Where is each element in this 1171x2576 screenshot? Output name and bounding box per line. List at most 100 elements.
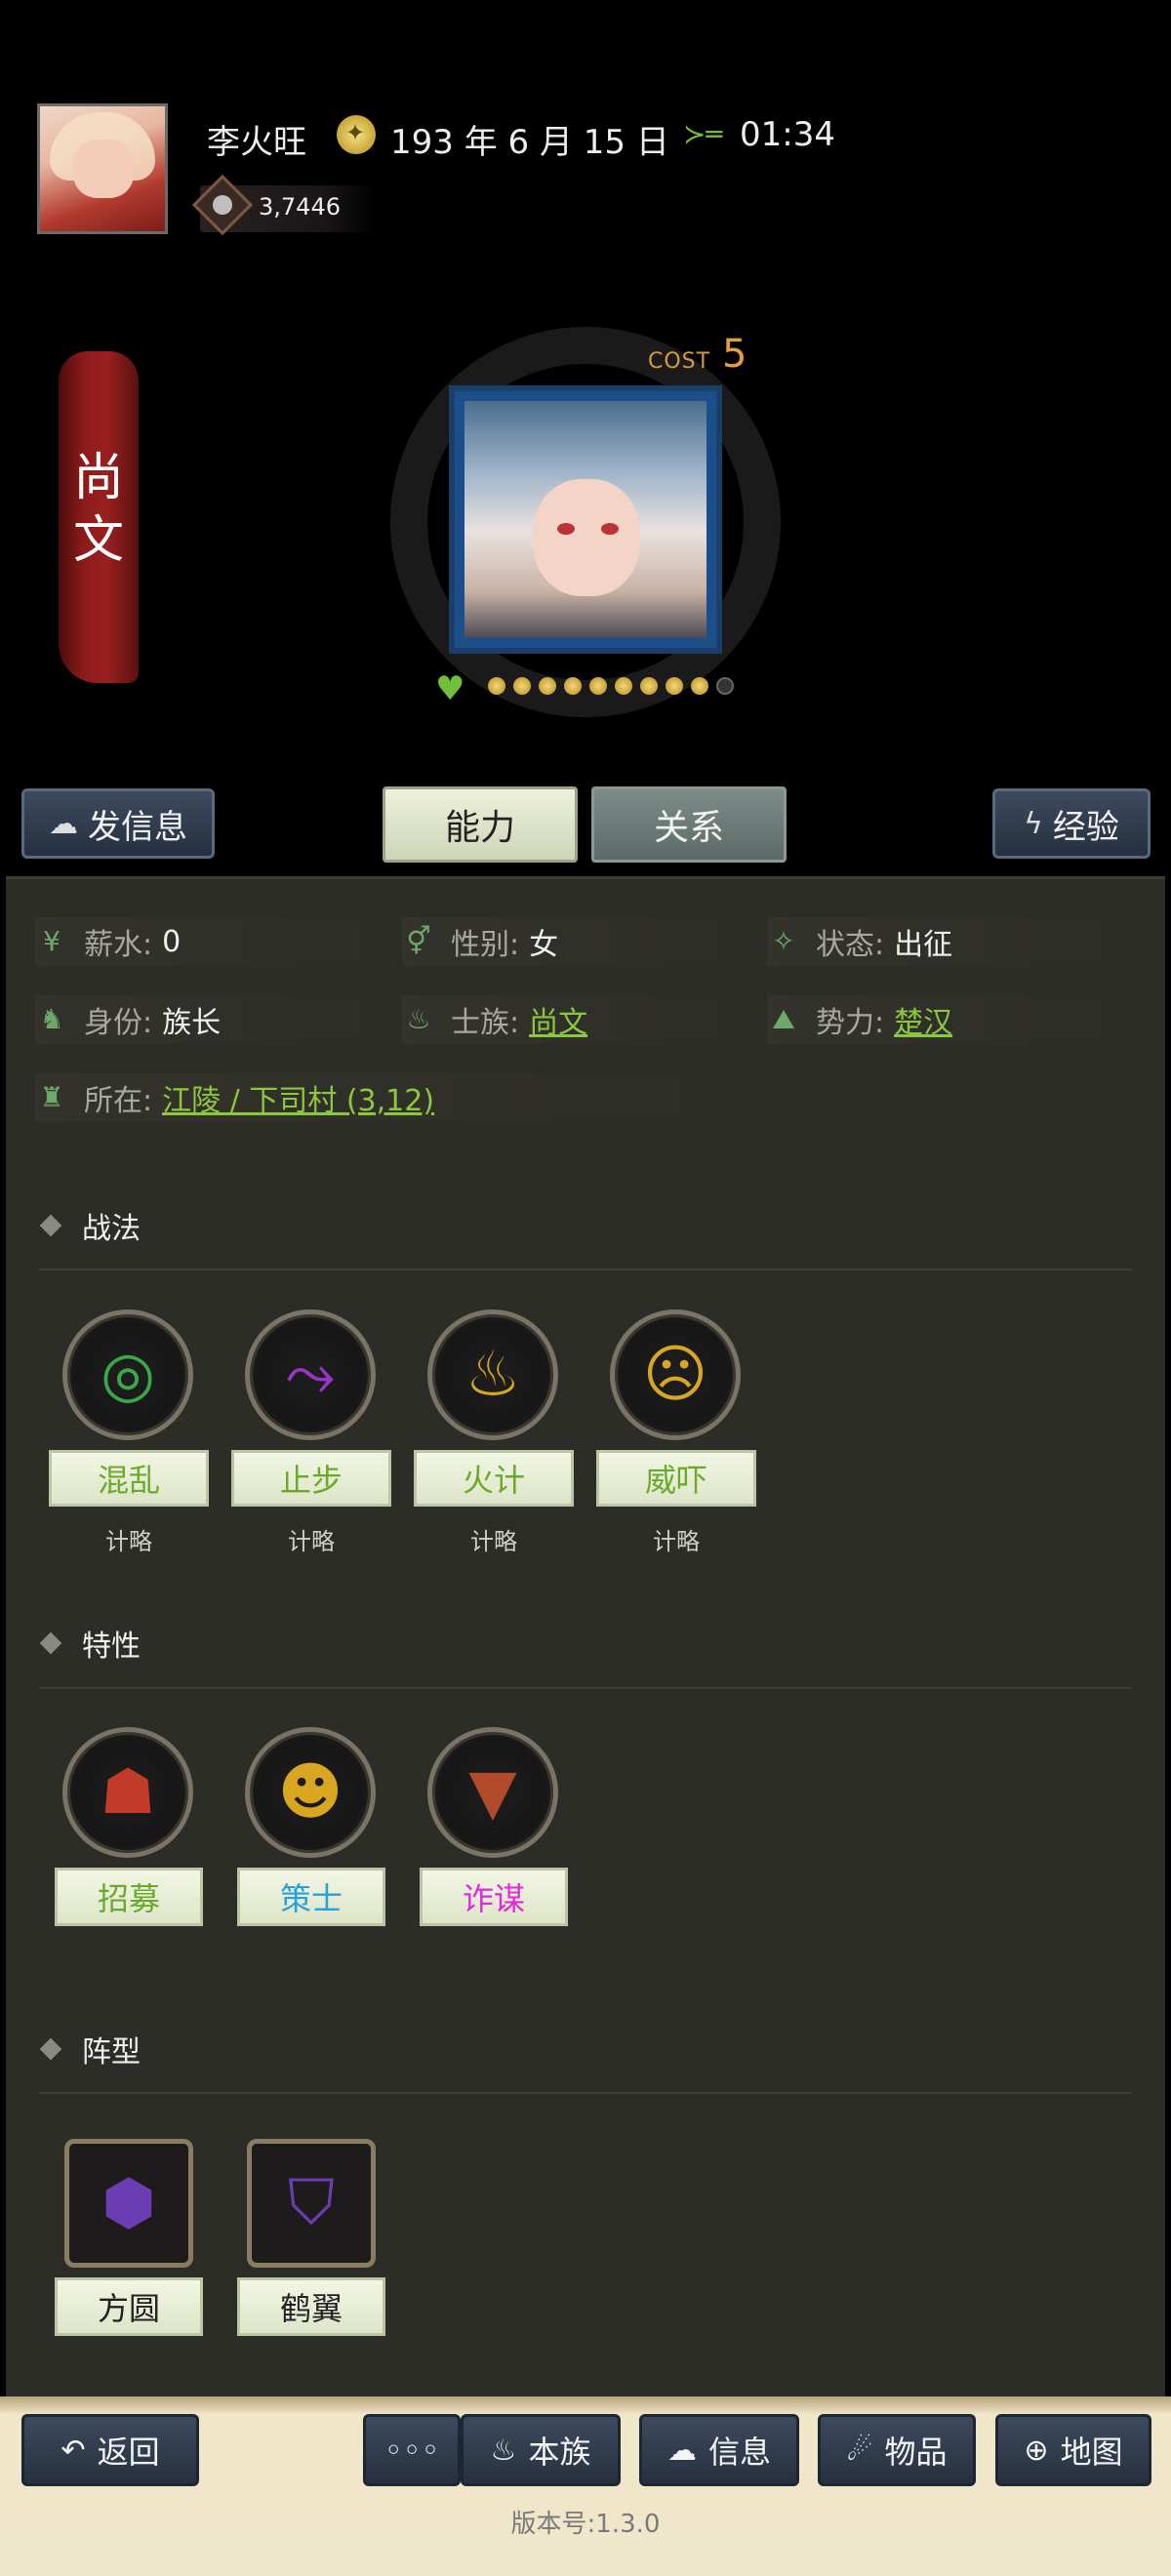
- loyalty-pip: [666, 677, 683, 695]
- halt-skill-icon[interactable]: ⤳: [245, 1309, 376, 1440]
- salary-label: 薪水:: [84, 928, 153, 962]
- tactic-name-2: 止步: [279, 1462, 343, 1499]
- tactic-name-3: 火计: [462, 1462, 525, 1499]
- trait-label-2[interactable]: 策士: [237, 1868, 385, 1926]
- heart-icon: ♥: [435, 669, 465, 708]
- lightning-icon: ϟ: [1024, 806, 1043, 841]
- tactic-name-1: 混乱: [97, 1462, 160, 1499]
- clan-button[interactable]: ♨ 本族: [461, 2414, 621, 2486]
- diamond-bullet-icon: [39, 1214, 62, 1237]
- formations-title: 阵型: [82, 2035, 141, 2070]
- send-message-button[interactable]: ☁ 发信息: [21, 788, 215, 859]
- gender-icon: ⚥: [406, 925, 431, 957]
- loyalty-pip: [640, 677, 658, 695]
- loyalty-pip: [589, 677, 607, 695]
- tab-relation[interactable]: 关系: [591, 786, 787, 863]
- tactics-title: 战法: [82, 1212, 141, 1246]
- player-name: 李火旺: [207, 123, 306, 162]
- formation-label-2[interactable]: 鹤翼: [237, 2277, 385, 2336]
- identity-label: 身份:: [84, 1006, 153, 1040]
- message-nav-label: 信息: [707, 2434, 771, 2471]
- clan-name-text: 尚 文: [72, 449, 124, 570]
- section-divider: [39, 1687, 1132, 1689]
- traits-title: 特性: [82, 1630, 141, 1664]
- section-divider: [39, 1268, 1132, 1270]
- tactic-type-3: 计略: [470, 1528, 517, 1555]
- fire-skill-icon[interactable]: ♨: [427, 1309, 558, 1440]
- chat-icon: ☁: [666, 2433, 697, 2468]
- diamond-bullet-icon: [39, 1631, 62, 1655]
- gender-value: 女: [529, 928, 559, 962]
- version-label: 版本号:1.3.0: [510, 2510, 661, 2539]
- diamond-bullet-icon: [39, 2037, 62, 2061]
- loyalty-pip: [691, 677, 708, 695]
- force-label: 势力:: [816, 1006, 885, 1040]
- calendar-icon: [337, 115, 376, 154]
- clan-link[interactable]: 尚文: [529, 998, 587, 1041]
- info-status: ✧ 状态: 出征: [767, 917, 1128, 966]
- chat-icon: ☁: [49, 806, 78, 841]
- experience-button[interactable]: ϟ 经验: [992, 788, 1151, 859]
- bag-icon: ☄: [846, 2433, 873, 2468]
- info-clan: ♨ 士族: 尚文: [402, 995, 753, 1044]
- status-label: 状态:: [816, 928, 885, 962]
- strategist-trait-icon[interactable]: ☻: [245, 1727, 376, 1858]
- confusion-skill-icon[interactable]: ◎: [62, 1309, 193, 1440]
- items-button[interactable]: ☄ 物品: [818, 2414, 976, 2486]
- more-icon: ◦◦◦: [384, 2432, 440, 2469]
- trait-label-3[interactable]: 诈谋: [420, 1868, 568, 1926]
- info-identity: ♞ 身份: 族长: [35, 995, 386, 1044]
- scheme-trait-icon[interactable]: ▼: [427, 1727, 558, 1858]
- message-button[interactable]: ☁ 信息: [639, 2414, 799, 2486]
- trait-name-3: 诈谋: [462, 1880, 525, 1917]
- tab-ability[interactable]: 能力: [383, 786, 578, 863]
- back-button[interactable]: ↶ 返回: [21, 2414, 199, 2486]
- loyalty-pip: [615, 677, 632, 695]
- formation-label-1[interactable]: 方圆: [55, 2277, 203, 2336]
- force-link[interactable]: 楚汉: [894, 998, 952, 1041]
- formation-name-1: 方圆: [97, 2290, 160, 2327]
- trait-name-2: 策士: [279, 1880, 343, 1917]
- crane-formation-icon[interactable]: ⛉: [247, 2139, 376, 2268]
- clan-icon: ♨: [406, 1003, 431, 1035]
- identity-value: 族长: [162, 1006, 222, 1040]
- recruit-trait-icon[interactable]: ☗: [62, 1727, 193, 1858]
- location-link[interactable]: 江陵 / 下司村 (3,12): [162, 1076, 434, 1119]
- trait-label-1[interactable]: 招募: [55, 1868, 203, 1926]
- formation-name-2: 鹤翼: [279, 2290, 343, 2327]
- clan-nav-label: 本族: [528, 2434, 591, 2471]
- time-icon: ≻═: [683, 118, 723, 150]
- items-nav-label: 物品: [884, 2434, 948, 2471]
- loyalty-pip: [488, 677, 505, 695]
- cost-label: COST: [648, 349, 711, 374]
- info-salary: ¥ 薪水: 0: [35, 917, 386, 966]
- tactic-label-2[interactable]: 止步: [231, 1450, 391, 1507]
- map-button[interactable]: ⊕ 地图: [995, 2414, 1151, 2486]
- send-message-label: 发信息: [88, 807, 187, 847]
- loyalty-pip: [539, 677, 556, 695]
- gender-label: 性别:: [451, 928, 520, 962]
- back-arrow-icon: ↶: [61, 2433, 86, 2468]
- status-icon: ✧: [772, 925, 795, 957]
- location-icon: ♜: [39, 1081, 64, 1113]
- game-date: 193 年 6 月 15 日: [390, 123, 669, 162]
- intimidate-skill-icon[interactable]: ☹: [610, 1309, 741, 1440]
- player-avatar[interactable]: [37, 103, 168, 234]
- map-nav-label: 地图: [1060, 2434, 1123, 2471]
- turtle-formation-icon[interactable]: ⬢: [64, 2139, 193, 2268]
- character-portrait[interactable]: [449, 385, 722, 654]
- tactic-label-4[interactable]: 威吓: [596, 1450, 756, 1507]
- mountain-icon: ⛰: [772, 1003, 795, 1035]
- loyalty-pip: [564, 677, 582, 695]
- tactics-section-title: 战法: [39, 1204, 141, 1247]
- tactic-label-3[interactable]: 火计: [414, 1450, 574, 1507]
- globe-icon: ⊕: [1024, 2433, 1049, 2468]
- cost-value: 5: [722, 332, 747, 377]
- trait-name-1: 招募: [97, 1880, 160, 1917]
- more-button[interactable]: ◦◦◦: [363, 2414, 461, 2486]
- tactic-label-1[interactable]: 混乱: [49, 1450, 209, 1507]
- formations-section-title: 阵型: [39, 2028, 141, 2071]
- info-force: ⛰ 势力: 楚汉: [767, 995, 1128, 1044]
- location-label: 所在:: [84, 1084, 153, 1118]
- traits-section-title: 特性: [39, 1622, 141, 1665]
